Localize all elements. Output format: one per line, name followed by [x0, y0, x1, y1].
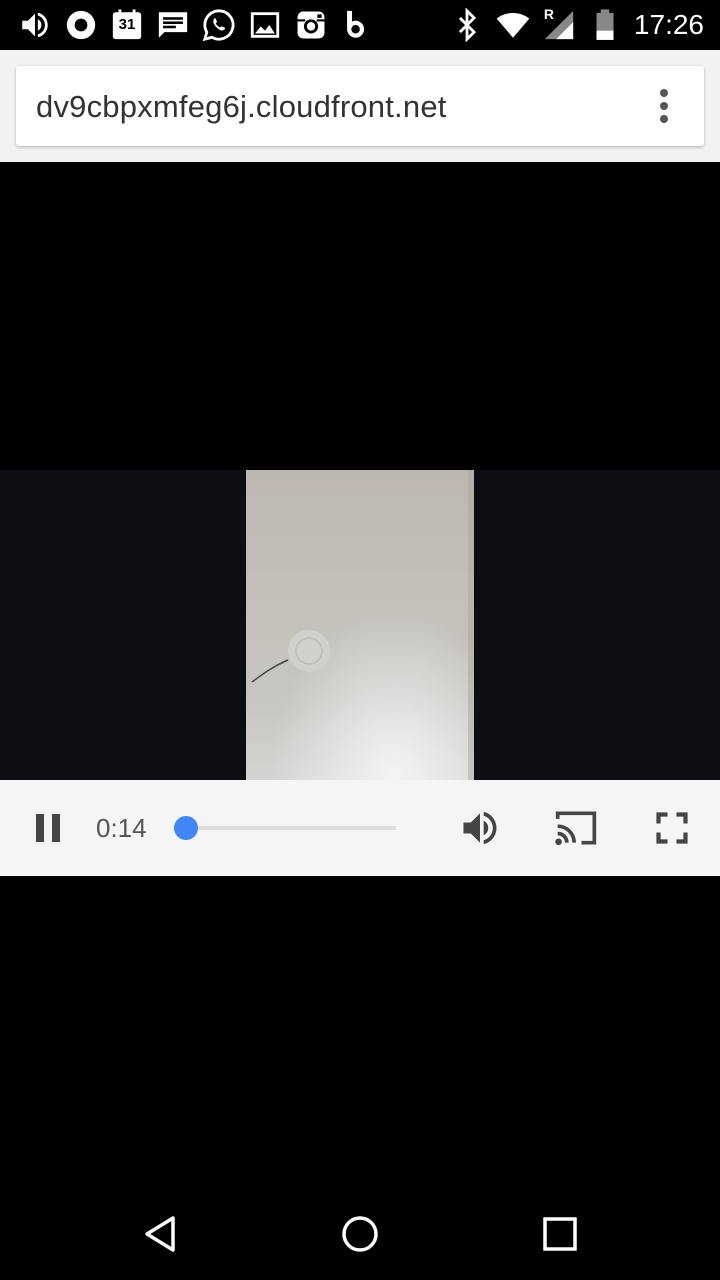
battery-icon [588, 8, 622, 42]
status-bar: 31 R 17:26 [0, 0, 720, 50]
seek-bar[interactable] [186, 826, 396, 830]
back-icon[interactable] [132, 1206, 188, 1262]
roaming-indicator: R [543, 6, 555, 22]
bluetooth-icon [450, 8, 484, 42]
gallery-icon [248, 8, 282, 42]
calendar-icon: 31 [110, 8, 144, 42]
video-scene [246, 470, 474, 780]
b-app-icon [340, 8, 374, 42]
fullscreen-icon[interactable] [654, 810, 690, 846]
more-vert-icon[interactable] [654, 88, 674, 124]
pause-icon[interactable] [30, 808, 66, 848]
instagram-icon [294, 8, 328, 42]
player-controls: 0:14 [0, 780, 720, 876]
video-thumbnail [246, 470, 474, 780]
cell-signal-icon: R [542, 6, 576, 42]
record-icon [64, 8, 98, 42]
calendar-day-text: 31 [118, 16, 136, 33]
volume-notification-icon [18, 8, 52, 42]
screen: 31 R 17:26 dv9cbpxmfeg6j.cloudfront.net … [0, 0, 720, 1280]
cast-icon[interactable] [552, 806, 600, 850]
current-time: 0:14 [96, 813, 147, 843]
clock: 17:26 [633, 9, 704, 40]
video-frame[interactable] [0, 470, 720, 780]
seek-thumb[interactable] [174, 816, 198, 840]
system-icons: R 17:26 [450, 6, 704, 43]
recents-icon[interactable] [532, 1206, 588, 1262]
notification-icons: 31 [18, 7, 374, 43]
volume-icon[interactable] [458, 806, 502, 850]
video-player: 0:14 [0, 162, 720, 1188]
whatsapp-icon [202, 8, 236, 42]
url-bar[interactable]: dv9cbpxmfeg6j.cloudfront.net [16, 66, 704, 146]
message-icon [156, 8, 190, 42]
url-text[interactable]: dv9cbpxmfeg6j.cloudfront.net [36, 66, 447, 148]
wifi-icon [496, 8, 530, 42]
home-icon[interactable] [332, 1206, 388, 1262]
navigation-bar [0, 1188, 720, 1280]
browser-toolbar: dv9cbpxmfeg6j.cloudfront.net [0, 50, 720, 162]
